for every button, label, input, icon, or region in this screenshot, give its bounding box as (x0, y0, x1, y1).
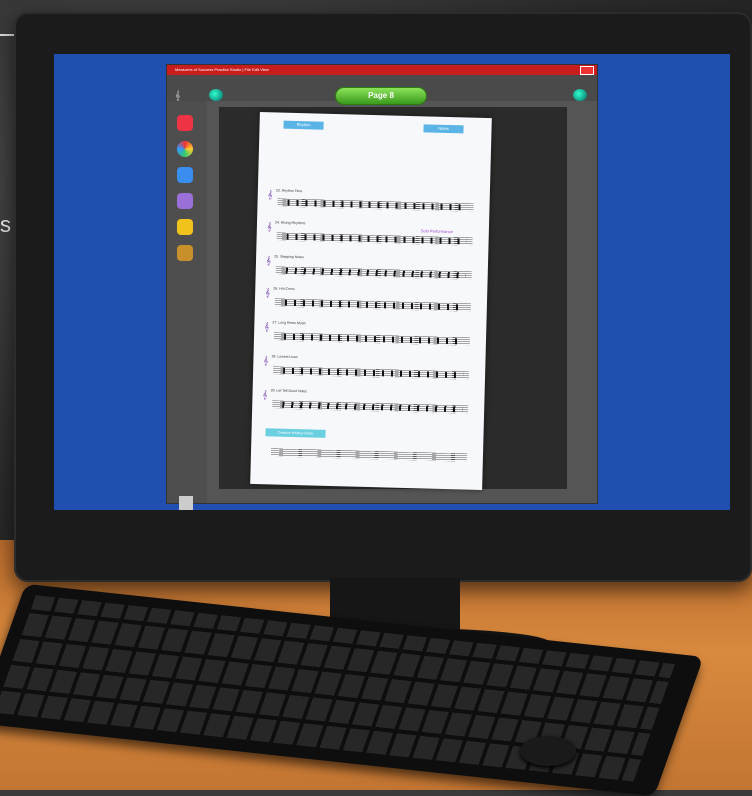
screen: Measures of Success Practice Studio | Fi… (54, 54, 730, 510)
rhythm-header: Rhythm (283, 120, 324, 130)
clef-icon: 𝄞 (263, 356, 269, 366)
bookmark-icon[interactable] (177, 245, 193, 261)
clef-icon: 𝄞 (266, 222, 272, 232)
exercise-label: 23. Rhythm Time (275, 188, 303, 194)
edge-letter: s (0, 212, 11, 237)
clef-icon: 𝄞 (264, 322, 270, 332)
close-button[interactable] (580, 66, 594, 75)
page-button[interactable]: Page 8 (335, 87, 427, 105)
window-titlebar: Measures of Success Practice Studio | Fi… (167, 65, 597, 75)
color-wheel-icon[interactable] (177, 141, 193, 157)
monitor: Measures of Success Practice Studio | Fi… (14, 12, 752, 582)
clef-icon: 𝄞 (262, 390, 268, 400)
clef-icon: 𝄞 (267, 190, 273, 200)
hand-icon[interactable] (177, 167, 193, 183)
list-icon[interactable] (179, 496, 193, 510)
practice-app-window: Measures of Success Practice Studio | Fi… (166, 64, 598, 510)
globe-icon-right[interactable] (573, 89, 587, 101)
folder-icon[interactable] (177, 219, 193, 235)
sidebar (167, 101, 207, 510)
clef-icon: 𝄞 (265, 288, 271, 298)
exercise-label: 28. Lowest Lines (271, 354, 298, 360)
purple-heading: Solo Performance (420, 228, 453, 235)
exercise-label: 24. Rising Rhythms (274, 220, 306, 226)
notes-header: Notes (423, 124, 464, 134)
pencil-icon[interactable] (177, 193, 193, 209)
home-icon[interactable] (177, 115, 193, 131)
top-toolbar: 𝄞 Page 8 (167, 75, 597, 105)
exercise-label: 29. Let Tell Good Notes (270, 388, 308, 394)
staff (270, 448, 468, 462)
sheet-viewer[interactable]: Rhythm Notes 𝄞 23. Rhythm Time 𝄞 24. Ris… (219, 107, 567, 490)
exercise-label: 25. Stepping Notes (274, 254, 304, 260)
globe-icon[interactable] (209, 89, 223, 101)
exercise-label: 27. Long Rests Music (272, 320, 307, 326)
window-title: Measures of Success Practice Studio | Fi… (175, 67, 269, 72)
footer-box: Creative Writing Studio (265, 428, 326, 438)
mouse (520, 736, 576, 766)
logo-icon: 𝄞 (175, 90, 181, 100)
exercise-label: 26. Hot Cross (273, 286, 295, 291)
clef-icon: 𝄞 (265, 256, 271, 266)
music-sheet-page: Rhythm Notes 𝄞 23. Rhythm Time 𝄞 24. Ris… (250, 112, 492, 490)
